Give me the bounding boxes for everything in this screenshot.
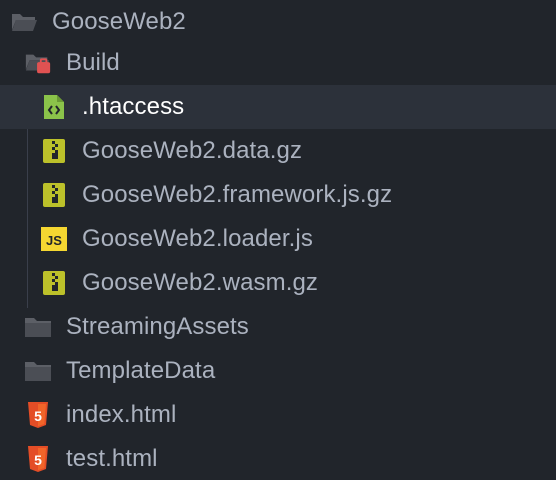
tree-item-label: StreamingAssets	[66, 313, 249, 340]
tree-item-label: GooseWeb2.loader.js	[82, 225, 313, 252]
tree-item-htaccess[interactable]: .htaccess	[0, 85, 556, 129]
tree-item-label: GooseWeb2.data.gz	[82, 137, 303, 164]
tree-item-label: index.html	[66, 401, 177, 428]
tree-item-templatedata-folder[interactable]: TemplateData	[0, 349, 556, 393]
tree-item-label: TemplateData	[66, 357, 216, 384]
js-icon: JS	[40, 225, 68, 253]
tree-item-test-html[interactable]: 5 test.html	[0, 437, 556, 480]
folder-icon	[24, 357, 52, 385]
archive-icon	[40, 181, 68, 209]
tree-item-data-gz[interactable]: GooseWeb2.data.gz	[0, 129, 556, 173]
js-icon-text: JS	[46, 233, 62, 248]
tree-item-loader-js[interactable]: JS GooseWeb2.loader.js	[0, 217, 556, 261]
file-tree: GooseWeb2 Build .htaccess GooseWeb2.data…	[0, 0, 556, 480]
html5-icon-text: 5	[34, 408, 42, 424]
tree-item-framework-js-gz[interactable]: GooseWeb2.framework.js.gz	[0, 173, 556, 217]
html5-icon: 5	[24, 445, 52, 473]
tree-item-wasm-gz[interactable]: GooseWeb2.wasm.gz	[0, 261, 556, 305]
tree-item-label: GooseWeb2	[52, 8, 186, 35]
tree-item-index-html[interactable]: 5 index.html	[0, 393, 556, 437]
folder-icon	[24, 313, 52, 341]
tree-item-build-folder[interactable]: Build	[0, 41, 556, 85]
folder-open-icon	[10, 8, 38, 36]
tree-item-streamingassets-folder[interactable]: StreamingAssets	[0, 305, 556, 349]
tree-item-label: GooseWeb2.wasm.gz	[82, 269, 319, 296]
archive-icon	[40, 269, 68, 297]
html5-icon-text: 5	[34, 452, 42, 468]
html5-icon: 5	[24, 401, 52, 429]
archive-icon	[40, 137, 68, 165]
tree-item-label: .htaccess	[82, 93, 185, 120]
tree-item-root-folder[interactable]: GooseWeb2	[0, 0, 556, 44]
tree-item-label: test.html	[66, 445, 158, 472]
folder-open-icon	[24, 49, 52, 77]
tree-item-label: GooseWeb2.framework.js.gz	[82, 181, 393, 208]
tree-item-label: Build	[66, 49, 120, 76]
config-file-icon	[40, 93, 68, 121]
